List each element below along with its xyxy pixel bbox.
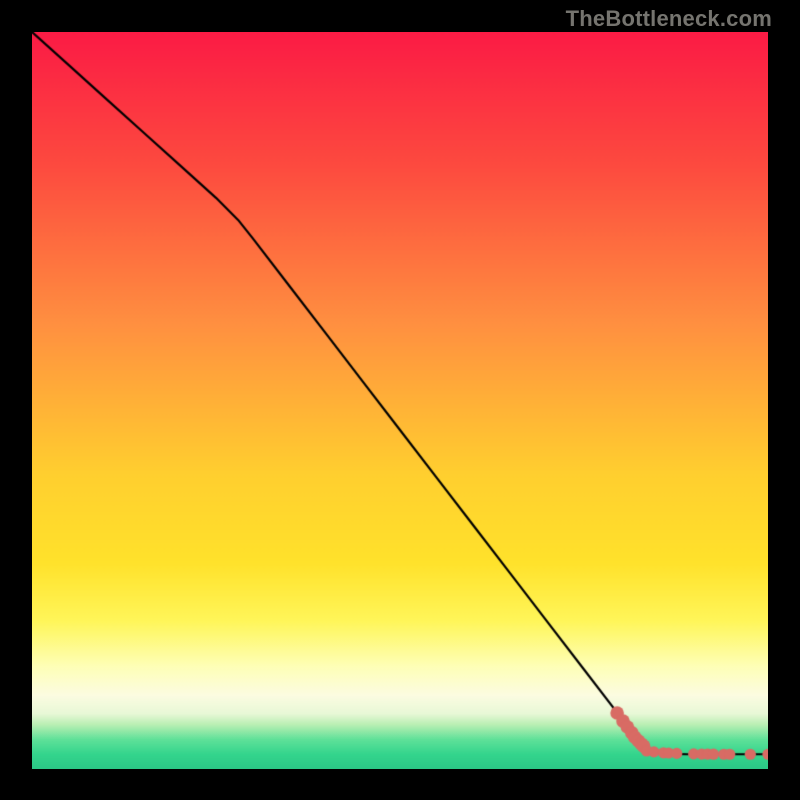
chart-frame: TheBottleneck.com	[0, 0, 800, 800]
watermark-text: TheBottleneck.com	[566, 6, 772, 32]
plot-canvas	[32, 32, 768, 769]
plot-area	[32, 32, 768, 769]
